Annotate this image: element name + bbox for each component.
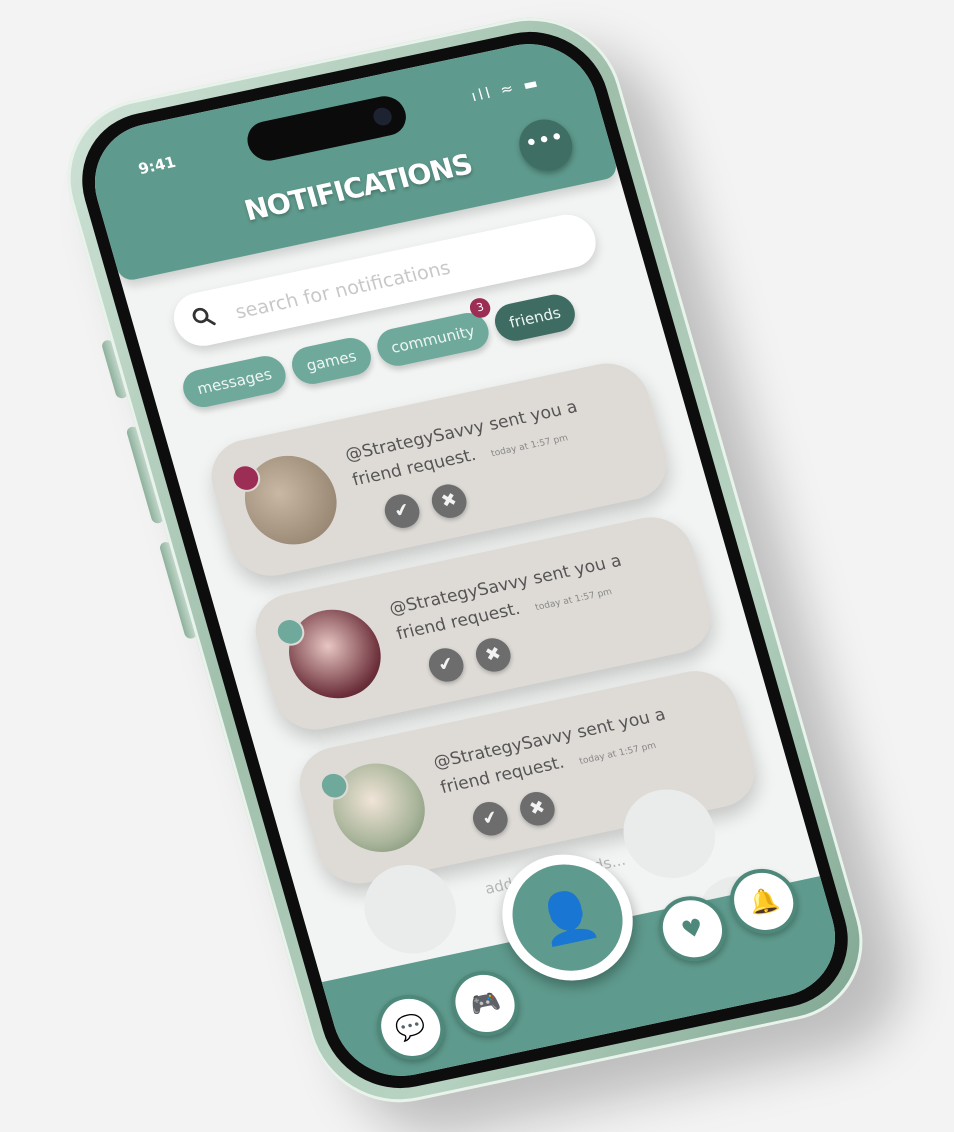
accept-icon[interactable]: ✔ bbox=[468, 798, 512, 839]
notification-actions: ✔ ✖ bbox=[468, 788, 559, 839]
notification-time: today at 1:57 pm bbox=[578, 740, 658, 767]
tab-friends[interactable]: friends bbox=[490, 291, 580, 345]
phone: 9:41 ıll ≈ ▬ NOTIFICATIONS ••• messages … bbox=[47, 1, 883, 1119]
notification-text: @StrategySavvy sent you a friend request… bbox=[430, 692, 724, 804]
decline-icon[interactable]: ✖ bbox=[471, 635, 515, 675]
avatar bbox=[272, 601, 392, 707]
status-dot bbox=[272, 615, 308, 649]
tab-label: community bbox=[388, 321, 477, 357]
tab-label: friends bbox=[507, 303, 563, 332]
heart-icon[interactable]: ♥ bbox=[651, 890, 734, 968]
tab-community[interactable]: community 3 bbox=[372, 296, 494, 370]
status-icons: ıll ≈ ▬ bbox=[469, 73, 543, 106]
tab-messages[interactable]: messages bbox=[178, 352, 291, 411]
decline-icon[interactable]: ✖ bbox=[516, 788, 559, 829]
dynamic-island bbox=[242, 92, 411, 165]
notification-actions: ✔ ✖ bbox=[380, 481, 471, 532]
count-badge: 3 bbox=[467, 296, 493, 320]
tab-games[interactable]: games bbox=[287, 334, 376, 388]
scene: 9:41 ıll ≈ ▬ NOTIFICATIONS ••• messages … bbox=[0, 0, 954, 1132]
status-dot bbox=[316, 769, 352, 803]
status-dot bbox=[228, 461, 264, 495]
avatar bbox=[228, 447, 348, 553]
chat-icon[interactable]: 💬 bbox=[369, 988, 453, 1067]
search-icon bbox=[192, 307, 216, 326]
notification-time: today at 1:57 pm bbox=[534, 587, 614, 614]
camera-icon bbox=[371, 106, 394, 128]
notification-text: @StrategySavvy sent you a friend request… bbox=[342, 384, 636, 496]
tab-label: messages bbox=[195, 365, 274, 399]
decline-icon[interactable]: ✖ bbox=[427, 481, 471, 522]
notification-text: @StrategySavvy sent you a friend request… bbox=[386, 538, 680, 650]
avatar bbox=[316, 755, 436, 861]
bell-icon[interactable]: 🔔 bbox=[722, 862, 806, 940]
gamepad-icon[interactable]: 🎮 bbox=[443, 964, 527, 1043]
notification-actions: ✔ ✖ bbox=[424, 635, 515, 685]
status-time: 9:41 bbox=[136, 152, 178, 179]
accept-icon[interactable]: ✔ bbox=[380, 491, 424, 532]
notification-time: today at 1:57 pm bbox=[490, 433, 570, 460]
tab-label: games bbox=[304, 347, 359, 375]
accept-icon[interactable]: ✔ bbox=[424, 645, 468, 685]
